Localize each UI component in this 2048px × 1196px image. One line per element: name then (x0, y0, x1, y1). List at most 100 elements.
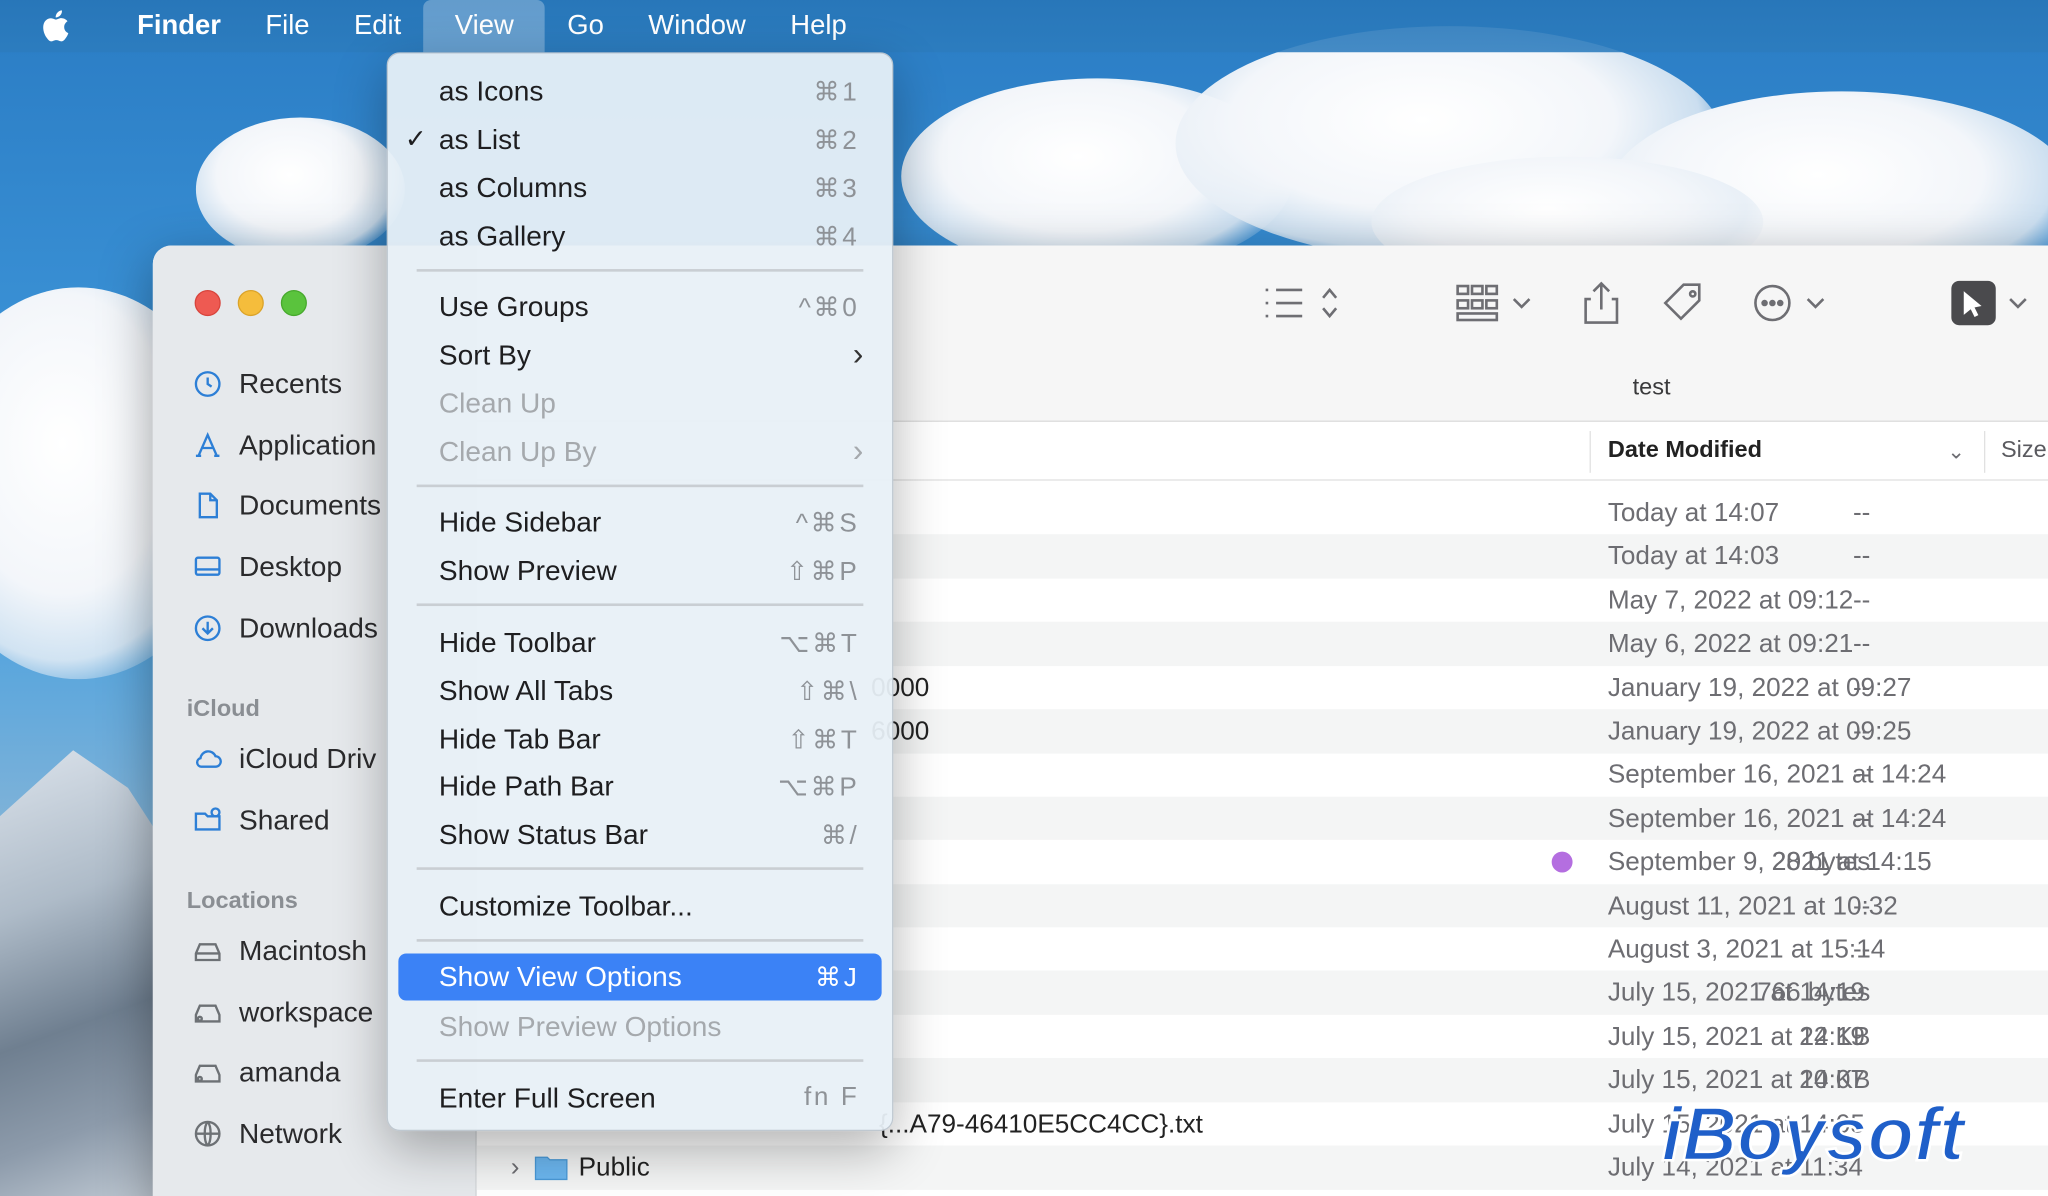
more-actions-icon[interactable] (1753, 280, 1831, 327)
sidebar-item-label: Desktop (239, 550, 343, 582)
sidebar-item-label: workspace (239, 995, 374, 1028)
menu-bar: Finder File Edit View Go Window Help (0, 0, 2048, 53)
menu-item-shortcut: ⇧⌘T (787, 726, 860, 755)
column-separator (1589, 431, 1591, 473)
menu-item-label: Clean Up (438, 387, 556, 420)
menu-item-use-groups[interactable]: Use Groups ^⌘0 (398, 283, 881, 330)
menu-go[interactable]: Go (545, 0, 626, 52)
menu-item-customize-toolbar[interactable]: Customize Toolbar... (398, 883, 881, 930)
group-by-icon[interactable] (1454, 280, 1538, 327)
menu-item-as-columns[interactable]: as Columns ⌘3 (398, 165, 881, 212)
iboysoft-watermark: iBoysoft (1656, 1081, 2022, 1185)
date-modified: May 7, 2022 at 09:12 (1607, 586, 1854, 615)
menu-item-show-view-options[interactable]: Show View Options ⌘J (398, 953, 882, 1001)
zoom-window-button[interactable] (280, 289, 307, 317)
menu-item-label: Sort By (438, 339, 531, 371)
date-modified: September 9, 2021 at 14:15 (1607, 847, 1932, 877)
minimize-window-button[interactable] (237, 289, 264, 317)
sidebar-item-applications[interactable]: Application (189, 422, 376, 469)
menu-item-as-gallery[interactable]: as Gallery ⌘4 (398, 213, 881, 260)
menu-item-shortcut: ⌘J (815, 963, 860, 993)
column-date-modified[interactable]: Date Modified (1608, 436, 1762, 463)
menu-item-as-icons[interactable]: as Icons ⌘1 (398, 68, 881, 115)
menu-item-show-all-tabs[interactable]: Show All Tabs ⇧⌘\ (398, 667, 881, 714)
menu-file[interactable]: File (243, 0, 332, 52)
menu-item-show-preview[interactable]: Show Preview ⇧⌘P (398, 547, 881, 594)
shared-folder-icon (189, 802, 226, 839)
list-view-icon[interactable] (1260, 280, 1338, 327)
sidebar-item-recents[interactable]: Recents (189, 360, 342, 407)
menu-item-label: Clean Up By (438, 436, 597, 468)
menu-item-shortcut: ⌘/ (820, 821, 860, 851)
menu-item-shortcut: ⌘3 (813, 175, 860, 204)
menu-window[interactable]: Window (626, 0, 768, 52)
sidebar-item-label: Downloads (239, 611, 378, 644)
sidebar-item-label: iCloud Driv (239, 742, 377, 774)
menu-item-clean-up: Clean Up (398, 380, 881, 427)
sidebar-item-icloud-drive[interactable]: iCloud Driv (189, 735, 376, 782)
menu-item-shortcut: ⌘1 (813, 78, 860, 108)
sidebar-item-desktop[interactable]: Desktop (189, 543, 342, 590)
close-window-button[interactable] (194, 289, 221, 317)
menu-item-clean-up-by: Clean Up By › (398, 428, 881, 475)
menu-help[interactable]: Help (768, 0, 869, 52)
file-size: -- (1852, 935, 1871, 964)
tag-dot-icon (1551, 851, 1573, 873)
sidebar-item-amanda[interactable]: amanda (189, 1049, 341, 1096)
menu-item-shortcut: ⌘2 (813, 126, 860, 156)
sidebar-item-macintosh[interactable]: Macintosh (189, 927, 367, 974)
menu-item-label: as Gallery (438, 220, 566, 253)
share-icon[interactable] (1580, 280, 1622, 327)
menu-item-label: Use Groups (438, 291, 589, 323)
file-size: -- (1852, 804, 1871, 834)
date-modified: May 6, 2022 at 09:21 (1607, 629, 1854, 659)
cloud-icon (189, 741, 226, 778)
menu-item-hide-path-bar[interactable]: Hide Path Bar ⌥⌘P (398, 763, 881, 810)
menu-item-label: Show Preview (438, 555, 617, 587)
screen: Finder File Edit View Go Window Help Rec… (0, 0, 2048, 1196)
sidebar-item-workspace[interactable]: workspace (189, 989, 373, 1036)
sidebar-item-label: Application (239, 429, 377, 461)
menu-item-hide-toolbar[interactable]: Hide Toolbar ⌥⌘T (398, 619, 881, 666)
menu-item-label: as Columns (438, 172, 588, 204)
menu-finder[interactable]: Finder (115, 0, 243, 52)
sidebar-item-label: Macintosh (239, 934, 368, 966)
menu-item-hide-tab-bar[interactable]: Hide Tab Bar ⇧⌘T (398, 716, 881, 763)
menu-item-as-list[interactable]: ✓ as List ⌘2 (398, 116, 881, 163)
menu-item-show-status-bar[interactable]: Show Status Bar ⌘/ (398, 811, 881, 858)
watermark-text: iBoysoft (1661, 1092, 1967, 1177)
window-title: test (1632, 373, 1671, 400)
sidebar-item-network[interactable]: Network (189, 1110, 342, 1157)
chevron-right-icon: › (852, 336, 864, 373)
menu-view[interactable]: View (423, 0, 546, 53)
folder-icon (534, 1152, 568, 1189)
clock-icon (189, 366, 226, 403)
column-size[interactable]: Size (2001, 436, 2047, 463)
menu-item-sort-by[interactable]: Sort By › (398, 332, 881, 379)
tag-icon[interactable] (1660, 280, 1707, 327)
sidebar-item-label: Shared (239, 803, 330, 836)
extension-icon[interactable] (1950, 280, 2034, 327)
globe-icon (189, 1115, 226, 1152)
column-separator (1983, 431, 1986, 473)
network-disk-icon (189, 1054, 226, 1091)
sort-chevron-icon[interactable]: ⌄ (1947, 439, 1965, 465)
menu-item-enter-full-screen[interactable]: Enter Full Screen fn F (398, 1075, 881, 1122)
sidebar-item-documents[interactable]: Documents (189, 482, 381, 529)
menu-item-shortcut: ⌥⌘P (777, 773, 860, 802)
file-name: Public (578, 1153, 650, 1183)
apple-menu-icon[interactable] (39, 0, 102, 52)
disclosure-chevron-icon[interactable]: › (511, 1153, 520, 1183)
file-size: -- (1852, 673, 1871, 703)
file-size: -- (1852, 586, 1871, 615)
sidebar-item-shared[interactable]: Shared (189, 797, 330, 844)
menu-separator (416, 867, 864, 870)
menu-item-shortcut: ⌘4 (813, 223, 860, 253)
file-name: {...A79-46410E5CC4CC}.txt (879, 1109, 1203, 1139)
menu-item-shortcut: ^⌘S (795, 509, 860, 539)
document-icon (189, 487, 226, 524)
sidebar-item-downloads[interactable]: Downloads (189, 605, 378, 652)
menu-item-label: Hide Path Bar (438, 770, 614, 802)
menu-edit[interactable]: Edit (332, 0, 424, 52)
menu-item-hide-sidebar[interactable]: Hide Sidebar ^⌘S (398, 499, 881, 546)
